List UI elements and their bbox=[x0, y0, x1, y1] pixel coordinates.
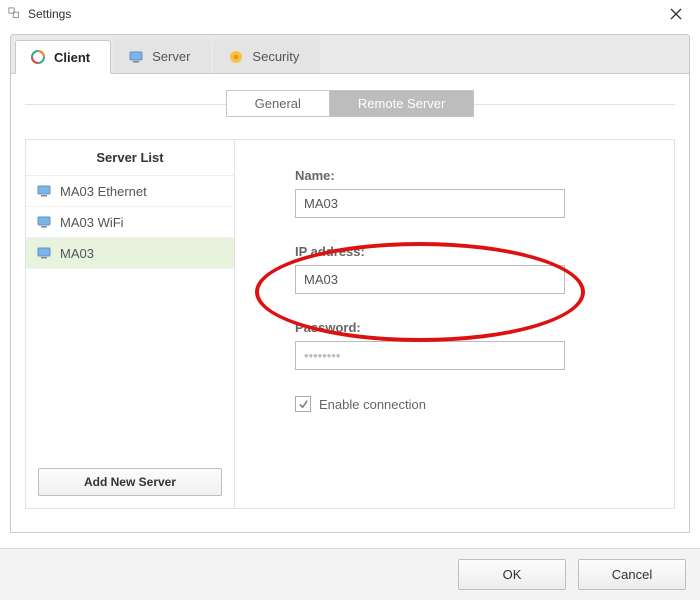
main-tabstrip: Client Server Security bbox=[10, 34, 690, 73]
ip-label: IP address: bbox=[295, 244, 640, 259]
server-icon bbox=[128, 49, 144, 65]
ip-address-input[interactable] bbox=[295, 265, 565, 294]
titlebar: Settings bbox=[0, 0, 700, 28]
enable-connection-row[interactable]: Enable connection bbox=[295, 396, 640, 412]
server-list: MA03 Ethernet MA03 WiFi MA03 bbox=[26, 176, 234, 458]
dialog-footer: OK Cancel bbox=[0, 548, 700, 600]
subtab-remote-server[interactable]: Remote Server bbox=[330, 91, 473, 116]
add-new-server-button[interactable]: Add New Server bbox=[38, 468, 222, 496]
enable-connection-label: Enable connection bbox=[319, 397, 426, 412]
app-icon bbox=[8, 7, 22, 21]
server-item-label: MA03 bbox=[60, 246, 94, 261]
tab-client-label: Client bbox=[54, 50, 90, 65]
password-label: Password: bbox=[295, 320, 640, 335]
monitor-icon bbox=[36, 245, 52, 261]
close-button[interactable] bbox=[660, 0, 692, 28]
password-input[interactable] bbox=[295, 341, 565, 370]
name-input[interactable] bbox=[295, 189, 565, 218]
server-list-panel: Server List MA03 Ethernet MA03 WiFi bbox=[25, 139, 235, 509]
monitor-icon bbox=[36, 214, 52, 230]
server-item[interactable]: MA03 Ethernet bbox=[26, 176, 234, 207]
ok-button[interactable]: OK bbox=[458, 559, 566, 590]
subtab-general[interactable]: General bbox=[227, 91, 330, 116]
window-title: Settings bbox=[28, 7, 71, 21]
server-item-label: MA03 Ethernet bbox=[60, 184, 147, 199]
tab-server[interactable]: Server bbox=[113, 39, 211, 73]
cancel-button[interactable]: Cancel bbox=[578, 559, 686, 590]
server-item-label: MA03 WiFi bbox=[60, 215, 124, 230]
tab-security-label: Security bbox=[252, 49, 299, 64]
server-list-header: Server List bbox=[26, 140, 234, 176]
server-item[interactable]: MA03 bbox=[26, 238, 234, 269]
checkbox-icon bbox=[295, 396, 311, 412]
subtab-row: General Remote Server bbox=[25, 90, 675, 117]
client-icon bbox=[30, 49, 46, 65]
security-icon bbox=[228, 49, 244, 65]
tab-body: General Remote Server Server List MA03 E… bbox=[10, 73, 690, 533]
monitor-icon bbox=[36, 183, 52, 199]
tab-server-label: Server bbox=[152, 49, 190, 64]
tab-security[interactable]: Security bbox=[213, 39, 320, 73]
server-item[interactable]: MA03 WiFi bbox=[26, 207, 234, 238]
server-form-panel: Name: IP address: Password: Enable conne… bbox=[235, 139, 675, 509]
name-label: Name: bbox=[295, 168, 640, 183]
tab-client[interactable]: Client bbox=[15, 40, 111, 74]
